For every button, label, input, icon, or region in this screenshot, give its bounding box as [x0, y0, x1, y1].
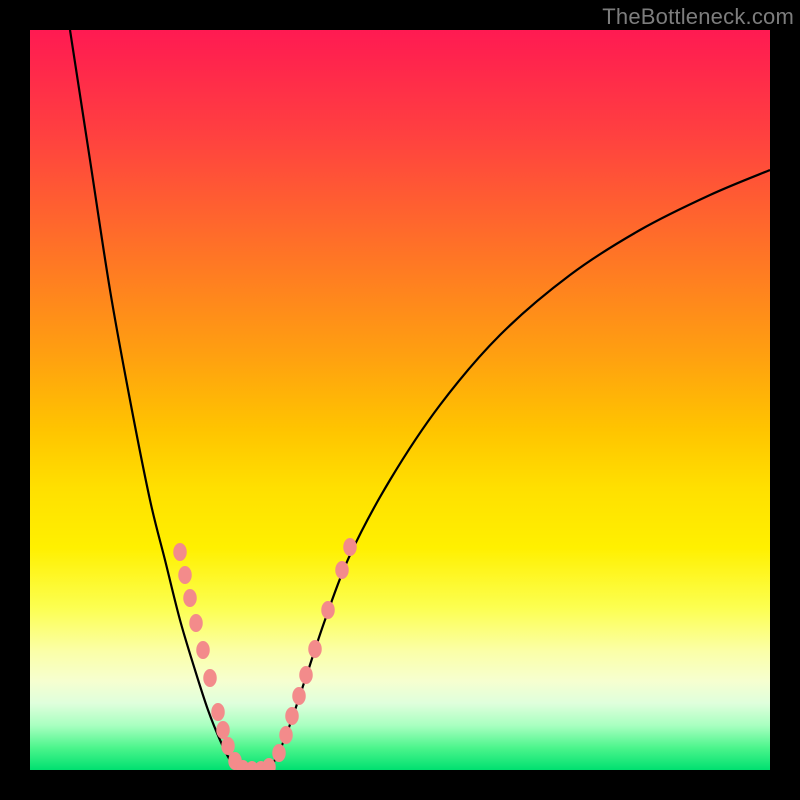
marker-dot [221, 737, 235, 755]
right-curve [265, 170, 770, 770]
marker-dot [292, 687, 306, 705]
marker-dot [285, 707, 299, 725]
marker-dot [173, 543, 187, 561]
curves-svg [30, 30, 770, 770]
data-markers [173, 538, 357, 770]
plot-area [30, 30, 770, 770]
marker-dot [343, 538, 357, 556]
marker-dot [308, 640, 322, 658]
marker-dot [335, 561, 349, 579]
left-curve [70, 30, 245, 770]
marker-dot [189, 614, 203, 632]
watermark-text: TheBottleneck.com [602, 4, 794, 30]
marker-dot [178, 566, 192, 584]
marker-dot [183, 589, 197, 607]
marker-dot [203, 669, 217, 687]
marker-dot [321, 601, 335, 619]
marker-dot [262, 758, 276, 770]
marker-dot [272, 744, 286, 762]
marker-dot [299, 666, 313, 684]
marker-dot [216, 721, 230, 739]
chart-frame: TheBottleneck.com [0, 0, 800, 800]
marker-dot [196, 641, 210, 659]
marker-dot [279, 726, 293, 744]
marker-dot [211, 703, 225, 721]
